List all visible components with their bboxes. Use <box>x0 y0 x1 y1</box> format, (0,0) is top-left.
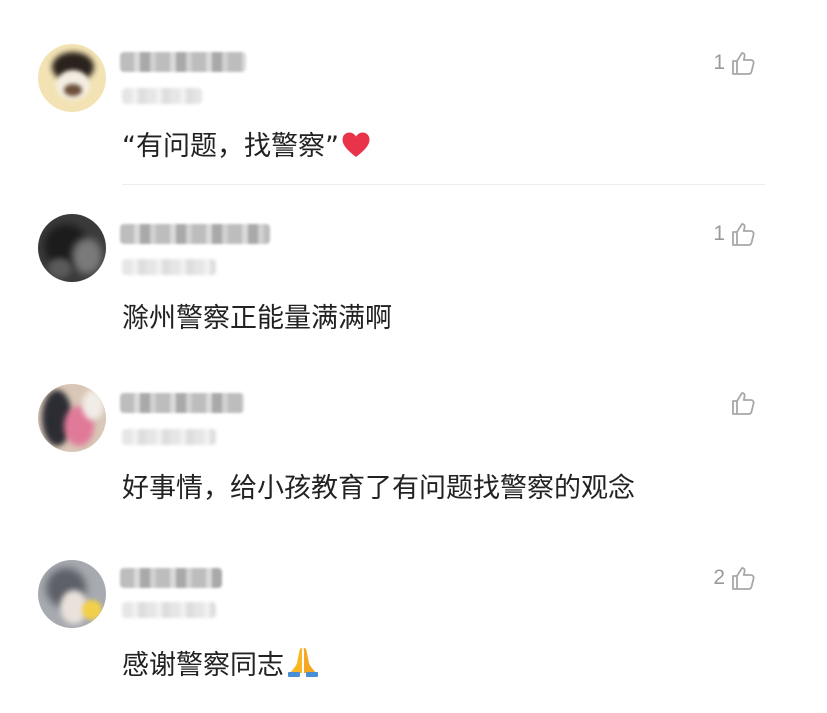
comment-body: 好事情，给小孩教育了有问题找警察的观念 <box>122 472 635 506</box>
folded-hands-icon <box>286 646 320 687</box>
comment-text: 感谢警察同志 <box>122 650 284 681</box>
red-heart-icon <box>341 131 371 168</box>
avatar[interactable] <box>38 384 106 452</box>
username-redacted[interactable] <box>120 224 270 244</box>
like-count: 1 <box>713 222 725 245</box>
comment-body: “有问题，找警察” <box>122 130 371 168</box>
like-count: 2 <box>713 566 725 589</box>
timestamp-redacted <box>122 259 216 275</box>
thumbs-up-icon <box>729 389 757 417</box>
like-count: 1 <box>713 51 725 74</box>
divider <box>122 184 765 185</box>
username-redacted[interactable] <box>120 393 244 413</box>
avatar[interactable] <box>38 560 106 628</box>
thumbs-up-icon <box>729 564 757 592</box>
comment-text: 滁州警察正能量满满啊 <box>122 303 392 334</box>
username-redacted[interactable] <box>120 52 246 72</box>
thumbs-up-icon <box>729 220 757 248</box>
comment-body: 滁州警察正能量满满啊 <box>122 302 392 336</box>
thumbs-up-icon <box>729 49 757 77</box>
username-redacted[interactable] <box>120 568 222 588</box>
comment-body: 感谢警察同志 <box>122 646 320 687</box>
comment-text: “有问题，找警察” <box>122 131 339 162</box>
avatar[interactable] <box>38 214 106 282</box>
like-button[interactable] <box>725 388 757 418</box>
like-button[interactable]: 2 <box>713 563 757 593</box>
like-button[interactable]: 1 <box>713 48 757 78</box>
timestamp-redacted <box>122 429 216 445</box>
avatar[interactable] <box>38 44 106 112</box>
timestamp-redacted <box>122 88 202 104</box>
like-button[interactable]: 1 <box>713 219 757 249</box>
comment-item: 1 “有问题，找警察” <box>0 0 827 186</box>
timestamp-redacted <box>122 602 216 618</box>
comment-text: 好事情，给小孩教育了有问题找警察的观念 <box>122 473 635 504</box>
